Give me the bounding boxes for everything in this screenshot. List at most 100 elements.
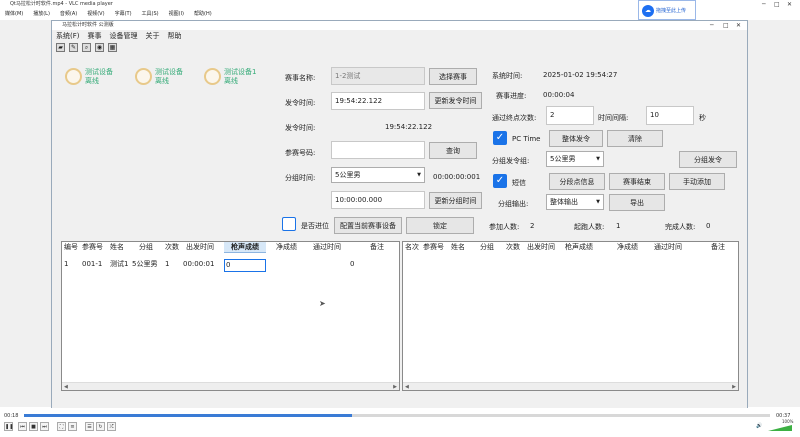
- results-table[interactable]: 编号 参赛号 姓名 分组 次数 出发时间 枪声成绩 净成绩 通过时间 备注 1 …: [61, 241, 400, 391]
- device-2[interactable]: 测试设备 离线: [155, 68, 183, 86]
- athlete-no-input[interactable]: [331, 141, 425, 159]
- col-header[interactable]: 出发时间: [527, 242, 555, 253]
- col-header[interactable]: 次数: [165, 242, 179, 253]
- whole-start-button[interactable]: 整体发令: [549, 130, 603, 147]
- col-header[interactable]: 参赛号: [82, 242, 103, 253]
- vlc-menu-view[interactable]: 视图(I): [164, 9, 189, 20]
- sms-label: 短信: [512, 179, 526, 187]
- vlc-menu-video[interactable]: 视频(V): [82, 9, 109, 20]
- promote-checkbox[interactable]: [282, 217, 296, 231]
- loop-icon[interactable]: ↻: [96, 422, 105, 431]
- split-info-button[interactable]: 分段点信息: [549, 173, 605, 190]
- start-time2-label: 发令时间:: [285, 124, 316, 132]
- horizontal-scrollbar[interactable]: ◀ ▶: [62, 382, 399, 390]
- playlist-icon[interactable]: ☰: [85, 422, 94, 431]
- open-icon[interactable]: ▰: [56, 43, 65, 52]
- col-header[interactable]: 备注: [370, 242, 384, 253]
- vlc-menu-subtitle[interactable]: 字幕(T): [110, 9, 137, 20]
- query-button[interactable]: 查询: [429, 142, 477, 159]
- pass-count-input[interactable]: 2: [546, 106, 594, 125]
- group-output-select[interactable]: 整体输出 ▼: [546, 194, 604, 210]
- edit-icon[interactable]: ✎: [69, 43, 78, 52]
- pc-time-label: PC Time: [512, 135, 541, 143]
- vlc-menu-playback[interactable]: 播放(L): [28, 9, 55, 20]
- stop-icon[interactable]: ■: [29, 422, 38, 431]
- col-header[interactable]: 编号: [64, 242, 78, 253]
- app-minimize-icon[interactable]: ─: [710, 21, 714, 30]
- group-time-field[interactable]: 10:00:00.000: [331, 191, 425, 209]
- extended-settings-icon[interactable]: ≡: [68, 422, 77, 431]
- sms-checkbox[interactable]: ✓: [493, 174, 507, 188]
- menu-about[interactable]: 关于: [146, 30, 160, 42]
- interval-input[interactable]: 10: [646, 106, 694, 125]
- app-maximize-icon[interactable]: □: [723, 21, 729, 30]
- pause-icon[interactable]: ❚❚: [4, 422, 13, 431]
- scroll-right-icon[interactable]: ▶: [393, 383, 397, 391]
- device-status-icon: [65, 68, 82, 85]
- vlc-menu-help[interactable]: 帮助(H): [189, 9, 217, 20]
- col-header[interactable]: 次数: [506, 242, 520, 253]
- record-icon[interactable]: ◉: [95, 43, 104, 52]
- col-header[interactable]: 分组: [139, 242, 153, 253]
- previous-icon[interactable]: ⏮: [18, 422, 27, 431]
- device-1[interactable]: 测试设备 离线: [85, 68, 113, 86]
- qr-icon[interactable]: ▦: [108, 43, 117, 52]
- group-start-button[interactable]: 分组发令: [679, 151, 737, 168]
- ranking-table[interactable]: 名次 参赛号 姓名 分组 次数 出发时间 枪声成绩 净成绩 通过时间 备注 ◀ …: [402, 241, 739, 391]
- app-close-icon[interactable]: ✕: [736, 21, 741, 30]
- menu-help[interactable]: 帮助: [168, 30, 182, 42]
- menu-event[interactable]: 赛事: [88, 30, 102, 42]
- event-progress-label: 赛事进度:: [496, 92, 527, 100]
- pc-time-checkbox[interactable]: ✓: [493, 131, 507, 145]
- update-start-time-button[interactable]: 更新发令时间: [429, 92, 482, 109]
- shuffle-icon[interactable]: ⤮: [107, 422, 116, 431]
- col-header[interactable]: 姓名: [451, 242, 465, 253]
- start-time-field[interactable]: 19:54:22.122: [331, 92, 425, 110]
- vlc-minimize-icon[interactable]: ─: [762, 0, 766, 9]
- search-icon[interactable]: ⌕: [82, 43, 91, 52]
- export-button[interactable]: 导出: [609, 194, 665, 211]
- clear-button[interactable]: 清除: [607, 130, 663, 147]
- menu-device[interactable]: 设备管理: [110, 30, 138, 42]
- volume-slider[interactable]: [768, 425, 792, 431]
- vlc-close-icon[interactable]: ✕: [787, 0, 792, 9]
- cell-gun-time-editor[interactable]: 0: [224, 259, 266, 272]
- group-select[interactable]: 5公里男 ▼: [331, 167, 425, 183]
- col-header[interactable]: 通过时间: [313, 242, 341, 253]
- scroll-right-icon[interactable]: ▶: [732, 383, 736, 391]
- col-header-selected[interactable]: 枪声成绩: [224, 242, 266, 253]
- col-header[interactable]: 通过时间: [654, 242, 682, 253]
- update-group-time-button[interactable]: 更新分组时间: [429, 192, 482, 209]
- col-header[interactable]: 分组: [480, 242, 494, 253]
- vlc-maximize-icon[interactable]: □: [774, 0, 780, 9]
- device-3[interactable]: 测试设备1 离线: [224, 68, 256, 86]
- horizontal-scrollbar[interactable]: ◀ ▶: [403, 382, 738, 390]
- fullscreen-icon[interactable]: ⛶: [57, 422, 66, 431]
- col-header[interactable]: 姓名: [110, 242, 124, 253]
- upload-badge[interactable]: ☁ 拖拽至此上传: [638, 0, 696, 20]
- group-start-select[interactable]: 5公里男 ▼: [546, 151, 604, 167]
- col-header[interactable]: 净成绩: [276, 242, 297, 253]
- scroll-left-icon[interactable]: ◀: [64, 383, 68, 391]
- scroll-left-icon[interactable]: ◀: [405, 383, 409, 391]
- col-header[interactable]: 枪声成绩: [565, 242, 593, 253]
- col-header[interactable]: 出发时间: [186, 242, 214, 253]
- event-name-field: 1-2测试: [331, 67, 425, 85]
- table-row[interactable]: 1 001-1 测试1 5公里男 1 00:00:01 0 0: [62, 259, 399, 272]
- config-devices-button[interactable]: 配置当前赛事设备: [334, 217, 402, 234]
- event-end-button[interactable]: 赛事结束: [609, 173, 665, 190]
- next-icon[interactable]: ⏭: [40, 422, 49, 431]
- col-header[interactable]: 名次: [405, 242, 419, 253]
- vlc-menu-tools[interactable]: 工具(S): [137, 9, 164, 20]
- vlc-menu-audio[interactable]: 音频(A): [55, 9, 82, 20]
- col-header[interactable]: 净成绩: [617, 242, 638, 253]
- col-header[interactable]: 参赛号: [423, 242, 444, 253]
- vlc-menu-media[interactable]: 媒体(M): [0, 9, 28, 20]
- select-event-button[interactable]: 选择赛事: [429, 68, 477, 85]
- mouse-cursor-icon: ➤: [319, 299, 326, 308]
- lock-button[interactable]: 锁定: [406, 217, 474, 234]
- menu-system[interactable]: 系统(F): [56, 30, 80, 42]
- volume-icon[interactable]: 🔊: [755, 422, 764, 431]
- manual-add-button[interactable]: 手动添加: [669, 173, 725, 190]
- col-header[interactable]: 备注: [711, 242, 725, 253]
